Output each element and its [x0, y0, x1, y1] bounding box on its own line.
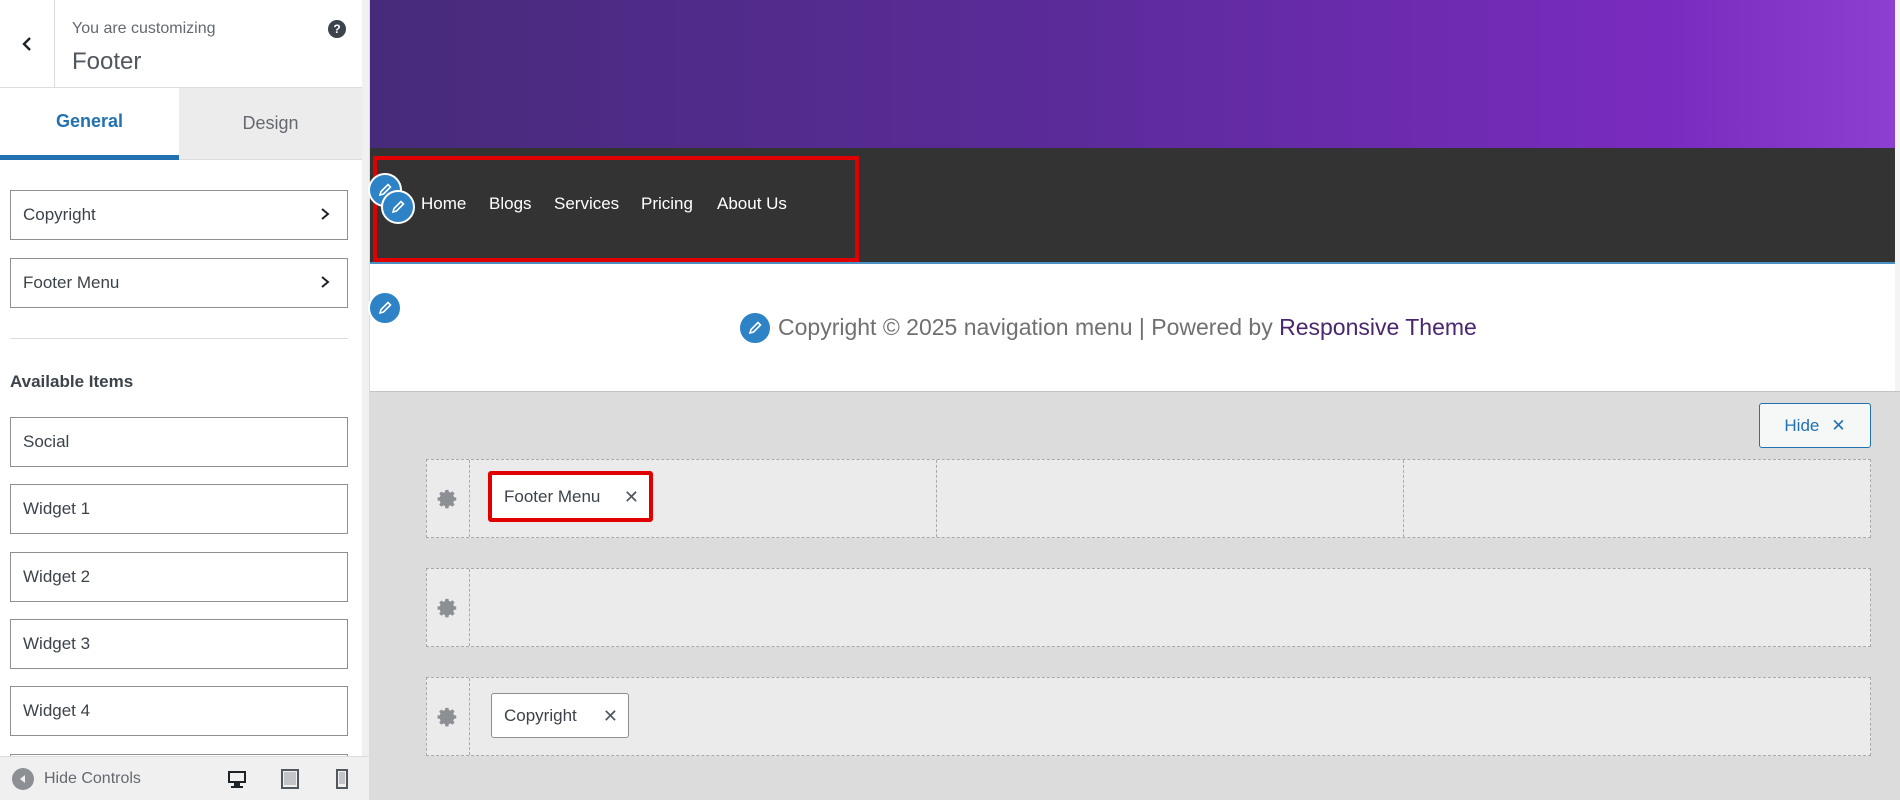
item-label: Footer Menu: [504, 486, 601, 506]
section-title: Footer: [72, 48, 142, 75]
sidebar-header: You are customizing Footer ?: [0, 0, 362, 88]
row-settings-button[interactable]: [427, 678, 470, 755]
gear-icon: [437, 598, 457, 617]
remove-icon[interactable]: ✕: [624, 487, 639, 508]
nav-link-pricing[interactable]: Pricing: [641, 194, 693, 214]
available-items-title: Available Items: [10, 372, 134, 391]
builder-row-top[interactable]: Footer Menu ✕: [426, 459, 1871, 538]
sidebar-scrollbar[interactable]: [362, 0, 369, 635]
item-label: Copyright: [504, 705, 577, 725]
row-settings-button[interactable]: [427, 460, 470, 537]
builder-item-copyright[interactable]: Copyright ✕: [491, 693, 629, 738]
chevron-right-icon: [321, 276, 330, 288]
footer-nav-bar: Home Blogs Services Pricing About Us: [368, 148, 1895, 264]
available-item-widget-4[interactable]: Widget 4: [10, 686, 348, 736]
remove-icon[interactable]: ✕: [603, 706, 618, 727]
column-divider: [1403, 460, 1404, 537]
gear-icon: [437, 489, 457, 508]
copyright-text: Copyright © 2025 navigation menu | Power…: [778, 314, 1477, 341]
available-item-widget-1[interactable]: Widget 1: [10, 484, 348, 534]
tablet-icon[interactable]: [279, 768, 301, 790]
edit-shortcut-icon[interactable]: [368, 291, 402, 325]
help-icon[interactable]: ?: [328, 20, 346, 38]
gear-icon: [437, 707, 457, 726]
hide-label: Hide: [1784, 415, 1820, 435]
hide-controls-button[interactable]: Hide Controls: [12, 757, 141, 800]
edit-shortcut-icon[interactable]: [381, 190, 415, 224]
available-item-social[interactable]: Social: [10, 417, 348, 467]
hide-controls-label: Hide Controls: [44, 770, 141, 787]
nav-link-about-us[interactable]: About Us: [717, 194, 787, 214]
section-label: Copyright: [23, 205, 96, 224]
available-item-widget-3[interactable]: Widget 3: [10, 619, 348, 669]
section-copyright[interactable]: Copyright: [10, 190, 348, 240]
edit-shortcut-icon[interactable]: [738, 311, 772, 345]
nav-link-services[interactable]: Services: [554, 194, 619, 214]
footer-builder: Hide ✕ Footer Menu ✕ Copyright ✕: [370, 391, 1900, 800]
hero-banner: [370, 0, 1895, 148]
back-button[interactable]: [0, 0, 55, 88]
sidebar-content: Copyright Footer Menu Available Items So…: [0, 160, 362, 774]
available-item-widget-2[interactable]: Widget 2: [10, 552, 348, 602]
collapse-icon: [12, 768, 34, 790]
builder-row-middle[interactable]: [426, 568, 1871, 647]
column-divider: [936, 460, 937, 537]
chevron-right-icon: [321, 208, 330, 220]
copyright-label: Copyright © 2025 navigation menu | Power…: [778, 314, 1280, 340]
close-icon: ✕: [1831, 415, 1846, 435]
tab-bar: General Design: [0, 88, 362, 160]
builder-item-footer-menu[interactable]: Footer Menu ✕: [488, 471, 653, 522]
nav-link-home[interactable]: Home: [421, 194, 466, 214]
customizer-sidebar: You are customizing Footer ? General Des…: [0, 0, 370, 800]
customizing-label: You are customizing: [72, 20, 216, 37]
row-settings-button[interactable]: [427, 569, 470, 646]
sidebar-footer: Hide Controls: [0, 756, 369, 800]
nav-link-blogs[interactable]: Blogs: [489, 194, 532, 214]
mobile-icon[interactable]: [331, 768, 353, 790]
hide-builder-button[interactable]: Hide ✕: [1759, 403, 1871, 448]
section-footer-menu[interactable]: Footer Menu: [10, 258, 348, 308]
chevron-left-icon: [22, 37, 31, 51]
tab-general[interactable]: General: [0, 88, 179, 160]
divider: [10, 338, 348, 339]
section-label: Footer Menu: [23, 273, 120, 292]
desktop-icon[interactable]: [226, 768, 248, 790]
preview-edge: [1895, 0, 1900, 391]
site-preview: Home Blogs Services Pricing About Us Cop…: [368, 0, 1900, 391]
tab-design[interactable]: Design: [179, 88, 362, 160]
theme-link[interactable]: Responsive Theme: [1279, 314, 1477, 340]
builder-row-bottom[interactable]: Copyright ✕: [426, 677, 1871, 756]
